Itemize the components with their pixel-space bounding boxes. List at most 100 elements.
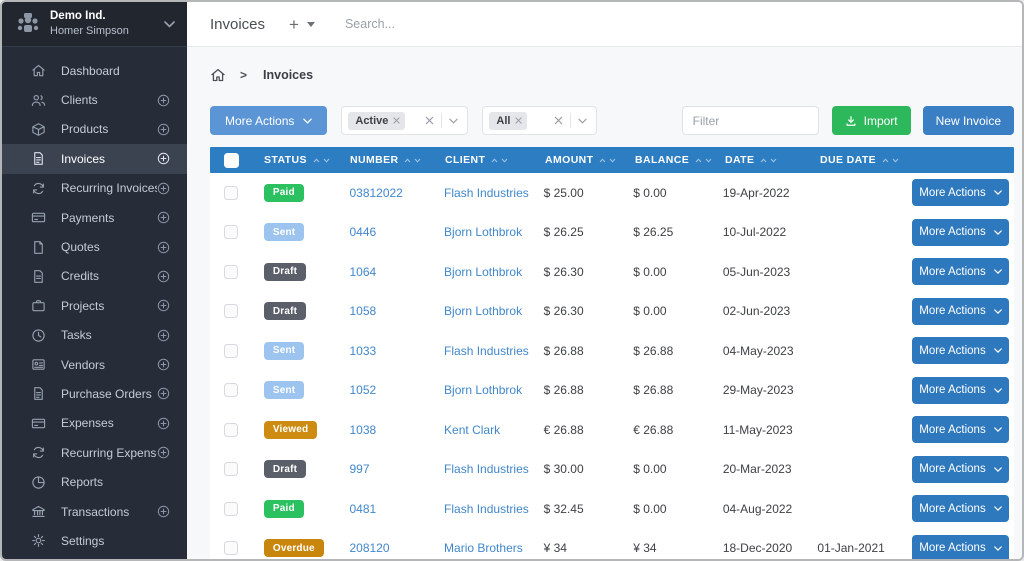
sidebar-item-projects[interactable]: Projects bbox=[2, 291, 187, 320]
secondary-filter-select[interactable]: All bbox=[482, 106, 597, 135]
column-header-amount[interactable]: AMOUNT bbox=[537, 154, 627, 166]
new-invoice-button[interactable]: New Invoice bbox=[923, 106, 1014, 135]
sidebar-item-expenses[interactable]: Expenses bbox=[2, 409, 187, 438]
sidebar-item-quotes[interactable]: Quotes bbox=[2, 232, 187, 261]
chevron-down-icon[interactable] bbox=[578, 118, 587, 124]
add-product-icon[interactable] bbox=[157, 123, 170, 136]
add-recurring-invoice-icon[interactable] bbox=[157, 182, 170, 195]
row-checkbox[interactable] bbox=[224, 304, 238, 318]
sidebar-item-settings[interactable]: Settings bbox=[2, 526, 187, 555]
add-credit-icon[interactable] bbox=[157, 270, 170, 283]
row-more-actions-button[interactable]: More Actions bbox=[912, 258, 1009, 285]
row-more-actions-button[interactable]: More Actions bbox=[912, 219, 1009, 246]
row-checkbox[interactable] bbox=[224, 383, 238, 397]
sidebar-item-tasks[interactable]: Tasks bbox=[2, 321, 187, 350]
row-more-actions-button[interactable]: More Actions bbox=[912, 337, 1009, 364]
more-actions-button[interactable]: More Actions bbox=[210, 106, 327, 135]
row-checkbox[interactable] bbox=[224, 265, 238, 279]
search-input[interactable] bbox=[345, 17, 565, 31]
row-more-actions-button[interactable]: More Actions bbox=[912, 456, 1009, 483]
row-more-actions-button[interactable]: More Actions bbox=[912, 298, 1009, 325]
client-link[interactable]: Flash Industries bbox=[444, 344, 529, 358]
clear-filter-icon[interactable] bbox=[554, 116, 563, 125]
client-link[interactable]: Bjorn Lothbrok bbox=[444, 383, 522, 397]
sort-icons[interactable] bbox=[404, 158, 421, 163]
import-button[interactable]: Import bbox=[832, 106, 911, 135]
add-recurring-expense-icon[interactable] bbox=[157, 446, 170, 459]
column-header-balance[interactable]: BALANCE bbox=[627, 154, 717, 166]
column-header-number[interactable]: NUMBER bbox=[342, 154, 437, 166]
sidebar-item-transactions[interactable]: Transactions bbox=[2, 497, 187, 526]
sidebar-item-recurring-invoices[interactable]: Recurring Invoices bbox=[2, 174, 187, 203]
sidebar-item-purchase-orders[interactable]: Purchase Orders bbox=[2, 379, 187, 408]
sort-icons[interactable] bbox=[491, 158, 508, 163]
add-project-icon[interactable] bbox=[157, 299, 170, 312]
add-quote-icon[interactable] bbox=[157, 241, 170, 254]
chevron-down-icon[interactable] bbox=[449, 118, 458, 124]
invoice-number-link[interactable]: 0481 bbox=[349, 502, 376, 516]
sidebar-item-payments[interactable]: Payments bbox=[2, 203, 187, 232]
row-checkbox[interactable] bbox=[224, 344, 238, 358]
remove-chip-icon[interactable] bbox=[515, 117, 522, 124]
sort-icons[interactable] bbox=[882, 158, 899, 163]
sidebar-item-recurring-expenses[interactable]: Recurring Expenses bbox=[2, 438, 187, 467]
add-vendor-icon[interactable] bbox=[157, 358, 170, 371]
new-tab-plus-icon[interactable]: + bbox=[289, 16, 299, 33]
sort-icons[interactable] bbox=[760, 158, 777, 163]
invoice-number-link[interactable]: 997 bbox=[349, 462, 369, 476]
sort-icons[interactable] bbox=[599, 158, 616, 163]
client-link[interactable]: Bjorn Lothbrok bbox=[444, 265, 522, 279]
invoice-number-link[interactable]: 1064 bbox=[349, 265, 376, 279]
row-more-actions-button[interactable]: More Actions bbox=[912, 495, 1009, 522]
column-header-date[interactable]: DATE bbox=[717, 154, 812, 166]
row-checkbox[interactable] bbox=[224, 423, 238, 437]
select-all-checkbox[interactable] bbox=[224, 153, 239, 168]
sidebar-item-invoices[interactable]: Invoices bbox=[2, 144, 187, 173]
add-invoice-icon[interactable] bbox=[157, 152, 170, 165]
sidebar-item-clients[interactable]: Clients bbox=[2, 85, 187, 114]
clear-filter-icon[interactable] bbox=[425, 116, 434, 125]
row-checkbox[interactable] bbox=[224, 462, 238, 476]
sidebar-item-dashboard[interactable]: Dashboard bbox=[2, 56, 187, 85]
company-switcher[interactable]: Demo Ind. Homer Simpson bbox=[2, 2, 187, 47]
tab-menu-caret-icon[interactable] bbox=[307, 22, 315, 27]
column-header-due-date[interactable]: DUE DATE bbox=[812, 154, 907, 166]
add-expense-icon[interactable] bbox=[157, 417, 170, 430]
sort-icons[interactable] bbox=[695, 158, 712, 163]
chevron-down-icon[interactable] bbox=[164, 21, 175, 28]
row-more-actions-button[interactable]: More Actions bbox=[912, 416, 1009, 443]
sidebar-item-credits[interactable]: Credits bbox=[2, 262, 187, 291]
client-link[interactable]: Bjorn Lothbrok bbox=[444, 225, 522, 239]
sidebar-item-vendors[interactable]: Vendors bbox=[2, 350, 187, 379]
client-link[interactable]: Flash Industries bbox=[444, 462, 529, 476]
row-checkbox[interactable] bbox=[224, 502, 238, 516]
sidebar-item-reports[interactable]: Reports bbox=[2, 467, 187, 496]
remove-chip-icon[interactable] bbox=[393, 117, 400, 124]
row-more-actions-button[interactable]: More Actions bbox=[912, 179, 1009, 206]
invoice-number-link[interactable]: 1033 bbox=[349, 344, 376, 358]
sort-icons[interactable] bbox=[313, 158, 330, 163]
invoice-number-link[interactable]: 0446 bbox=[349, 225, 376, 239]
client-link[interactable]: Mario Brothers bbox=[444, 541, 523, 555]
invoice-number-link[interactable]: 208120 bbox=[349, 541, 389, 555]
invoice-number-link[interactable]: 03812022 bbox=[349, 186, 402, 200]
column-header-status[interactable]: STATUS bbox=[256, 154, 342, 166]
row-more-actions-button[interactable]: More Actions bbox=[912, 377, 1009, 404]
status-filter-select[interactable]: Active bbox=[341, 106, 468, 135]
home-icon[interactable] bbox=[210, 67, 226, 83]
row-checkbox[interactable] bbox=[224, 186, 238, 200]
add-task-icon[interactable] bbox=[157, 329, 170, 342]
sidebar-item-products[interactable]: Products bbox=[2, 115, 187, 144]
add-purchase-order-icon[interactable] bbox=[157, 387, 170, 400]
client-link[interactable]: Flash Industries bbox=[444, 502, 529, 516]
invoice-number-link[interactable]: 1038 bbox=[349, 423, 376, 437]
row-checkbox[interactable] bbox=[224, 541, 238, 555]
filter-input[interactable] bbox=[682, 106, 819, 135]
invoice-number-link[interactable]: 1052 bbox=[349, 383, 376, 397]
client-link[interactable]: Kent Clark bbox=[444, 423, 500, 437]
client-link[interactable]: Bjorn Lothbrok bbox=[444, 304, 522, 318]
add-client-icon[interactable] bbox=[157, 94, 170, 107]
row-more-actions-button[interactable]: More Actions bbox=[912, 535, 1009, 561]
add-payment-icon[interactable] bbox=[157, 211, 170, 224]
row-checkbox[interactable] bbox=[224, 225, 238, 239]
